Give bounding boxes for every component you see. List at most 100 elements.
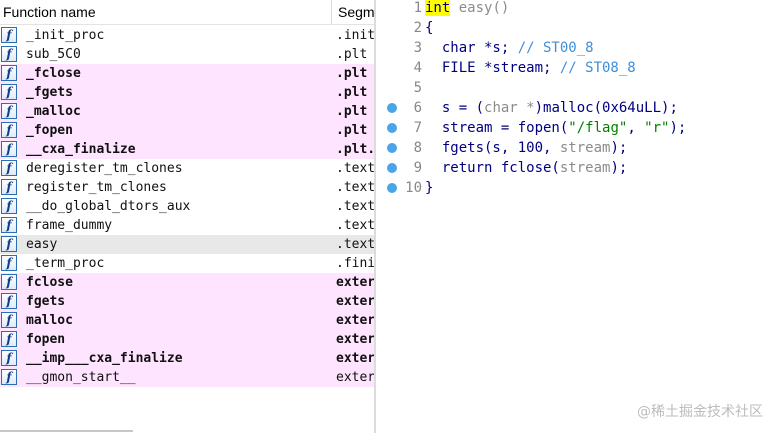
function-segment: .init <box>336 28 374 43</box>
code-line[interactable]: 5 <box>376 78 779 98</box>
function-row[interactable]: f malloc exter <box>0 311 374 330</box>
code-token: )malloc(0x64uLL); <box>534 100 678 116</box>
pseudocode-view: 1 int easy() 2{3 char *s; // ST00_8 4 FILE … <box>376 0 779 433</box>
function-segment: exter <box>336 275 374 290</box>
code-token: stream <box>559 160 611 176</box>
code-token: stream = fopen( <box>425 120 569 136</box>
function-name: fopen <box>26 332 66 347</box>
function-icon: f <box>1 217 17 233</box>
code-token: stream <box>559 140 611 156</box>
breakpoint-dot-icon[interactable] <box>387 103 397 113</box>
function-segment: .plt <box>336 66 368 81</box>
code-token: { <box>425 20 434 36</box>
line-number: 6 <box>413 100 422 116</box>
function-row[interactable]: f __gmon_start__ exter <box>0 368 374 387</box>
function-icon: f <box>1 198 17 214</box>
function-row[interactable]: f sub_5C0 .plt <box>0 45 374 64</box>
function-name: _term_proc <box>26 256 105 271</box>
code-text: char *s; // ST00_8 <box>425 38 594 58</box>
function-row[interactable]: f _fopen .plt <box>0 121 374 140</box>
function-name: __cxa_finalize <box>26 142 136 157</box>
code-line[interactable]: 4 FILE *stream; // ST08_8 <box>376 58 779 78</box>
function-name: sub_5C0 <box>26 47 81 62</box>
breakpoint-dot-icon[interactable] <box>387 183 397 193</box>
functions-header: Function name Segm <box>0 0 374 25</box>
code-line[interactable]: 2{ <box>376 18 779 38</box>
function-row[interactable]: f __cxa_finalize .plt. <box>0 140 374 159</box>
function-segment: exter <box>336 370 374 385</box>
function-row[interactable]: f _term_proc .fini <box>0 254 374 273</box>
code-text: { <box>425 18 433 38</box>
line-number: 10 <box>405 180 422 196</box>
column-divider[interactable] <box>331 0 332 24</box>
line-number: 1 <box>413 0 422 16</box>
code-text: fgets(s, 100, stream); <box>425 138 627 158</box>
function-name: deregister_tm_clones <box>26 161 183 176</box>
function-segment: exter <box>336 332 374 347</box>
function-icon: f <box>1 122 17 138</box>
watermark: @稀土掘金技术社区 <box>637 404 763 420</box>
code-text: } <box>425 178 433 198</box>
function-icon: f <box>1 293 17 309</box>
function-icon: f <box>1 236 17 252</box>
function-row[interactable]: f __imp___cxa_finalize exter <box>0 349 374 368</box>
function-icon: f <box>1 27 17 43</box>
function-row[interactable]: f _fclose .plt <box>0 64 374 83</box>
function-row[interactable]: f _malloc .plt <box>0 102 374 121</box>
function-segment: .plt <box>336 47 368 62</box>
code-line[interactable]: 3 char *s; // ST00_8 <box>376 38 779 58</box>
function-icon: f <box>1 84 17 100</box>
function-row[interactable]: f register_tm_clones .text <box>0 178 374 197</box>
function-icon: f <box>1 141 17 157</box>
code-token: return fclose( <box>425 160 560 176</box>
function-name: _malloc <box>26 104 81 119</box>
function-row[interactable]: f easy .text <box>0 235 374 254</box>
code-line[interactable]: 1 int easy() <box>376 0 779 18</box>
functions-window: Function name Segm f _init_proc .init f sub_… <box>0 0 374 433</box>
code-token: } <box>425 180 434 196</box>
breakpoint-dot-icon[interactable] <box>387 143 397 153</box>
function-row[interactable]: f deregister_tm_clones .text <box>0 159 374 178</box>
line-number: 5 <box>413 80 422 96</box>
function-segment: .plt <box>336 104 368 119</box>
function-list: f _init_proc .init f sub_5C0 .plt f _fclose .plt… <box>0 26 374 387</box>
code-token: char *s; <box>425 40 518 56</box>
function-icon: f <box>1 312 17 328</box>
line-number: 8 <box>413 140 422 156</box>
code-token: "/flag" <box>568 120 628 136</box>
column-header-segment[interactable]: Segm <box>338 4 374 20</box>
function-row[interactable]: f _fgets .plt <box>0 83 374 102</box>
function-icon: f <box>1 103 17 119</box>
line-number: 3 <box>413 40 422 56</box>
code-line[interactable]: 7 stream = fopen("/flag", "r"); <box>376 118 779 138</box>
function-name: easy <box>26 237 58 252</box>
code-token: // ST08_8 <box>559 60 636 76</box>
function-icon: f <box>1 179 17 195</box>
code-line[interactable]: 6 s = (char *)malloc(0x64uLL); <box>376 98 779 118</box>
function-row[interactable]: f fclose exter <box>0 273 374 292</box>
function-row[interactable]: f fgets exter <box>0 292 374 311</box>
code-text: FILE *stream; // ST08_8 <box>425 58 636 78</box>
function-row[interactable]: f frame_dummy .text <box>0 216 374 235</box>
function-row[interactable]: f __do_global_dtors_aux .text <box>0 197 374 216</box>
code-line[interactable]: 8 fgets(s, 100, stream); <box>376 138 779 158</box>
code-text: return fclose(stream); <box>425 158 627 178</box>
code-token: FILE *stream; <box>425 60 560 76</box>
function-row[interactable]: f fopen exter <box>0 330 374 349</box>
function-name: _fopen <box>26 123 73 138</box>
function-segment: exter <box>336 351 374 366</box>
function-name: register_tm_clones <box>26 180 167 195</box>
column-header-function-name[interactable]: Function name <box>3 4 96 20</box>
code-line[interactable]: 9 return fclose(stream); <box>376 158 779 178</box>
function-icon: f <box>1 369 17 385</box>
code-token: , <box>627 120 645 136</box>
function-segment: .text <box>336 161 374 176</box>
function-segment: .plt <box>336 85 368 100</box>
breakpoint-dot-icon[interactable] <box>387 163 397 173</box>
breakpoint-dot-icon[interactable] <box>387 123 397 133</box>
code-token: easy() <box>450 0 510 16</box>
function-row[interactable]: f _init_proc .init <box>0 26 374 45</box>
function-segment: exter <box>336 294 374 309</box>
horizontal-scrollbar[interactable] <box>0 430 133 432</box>
code-line[interactable]: 10} <box>376 178 779 198</box>
